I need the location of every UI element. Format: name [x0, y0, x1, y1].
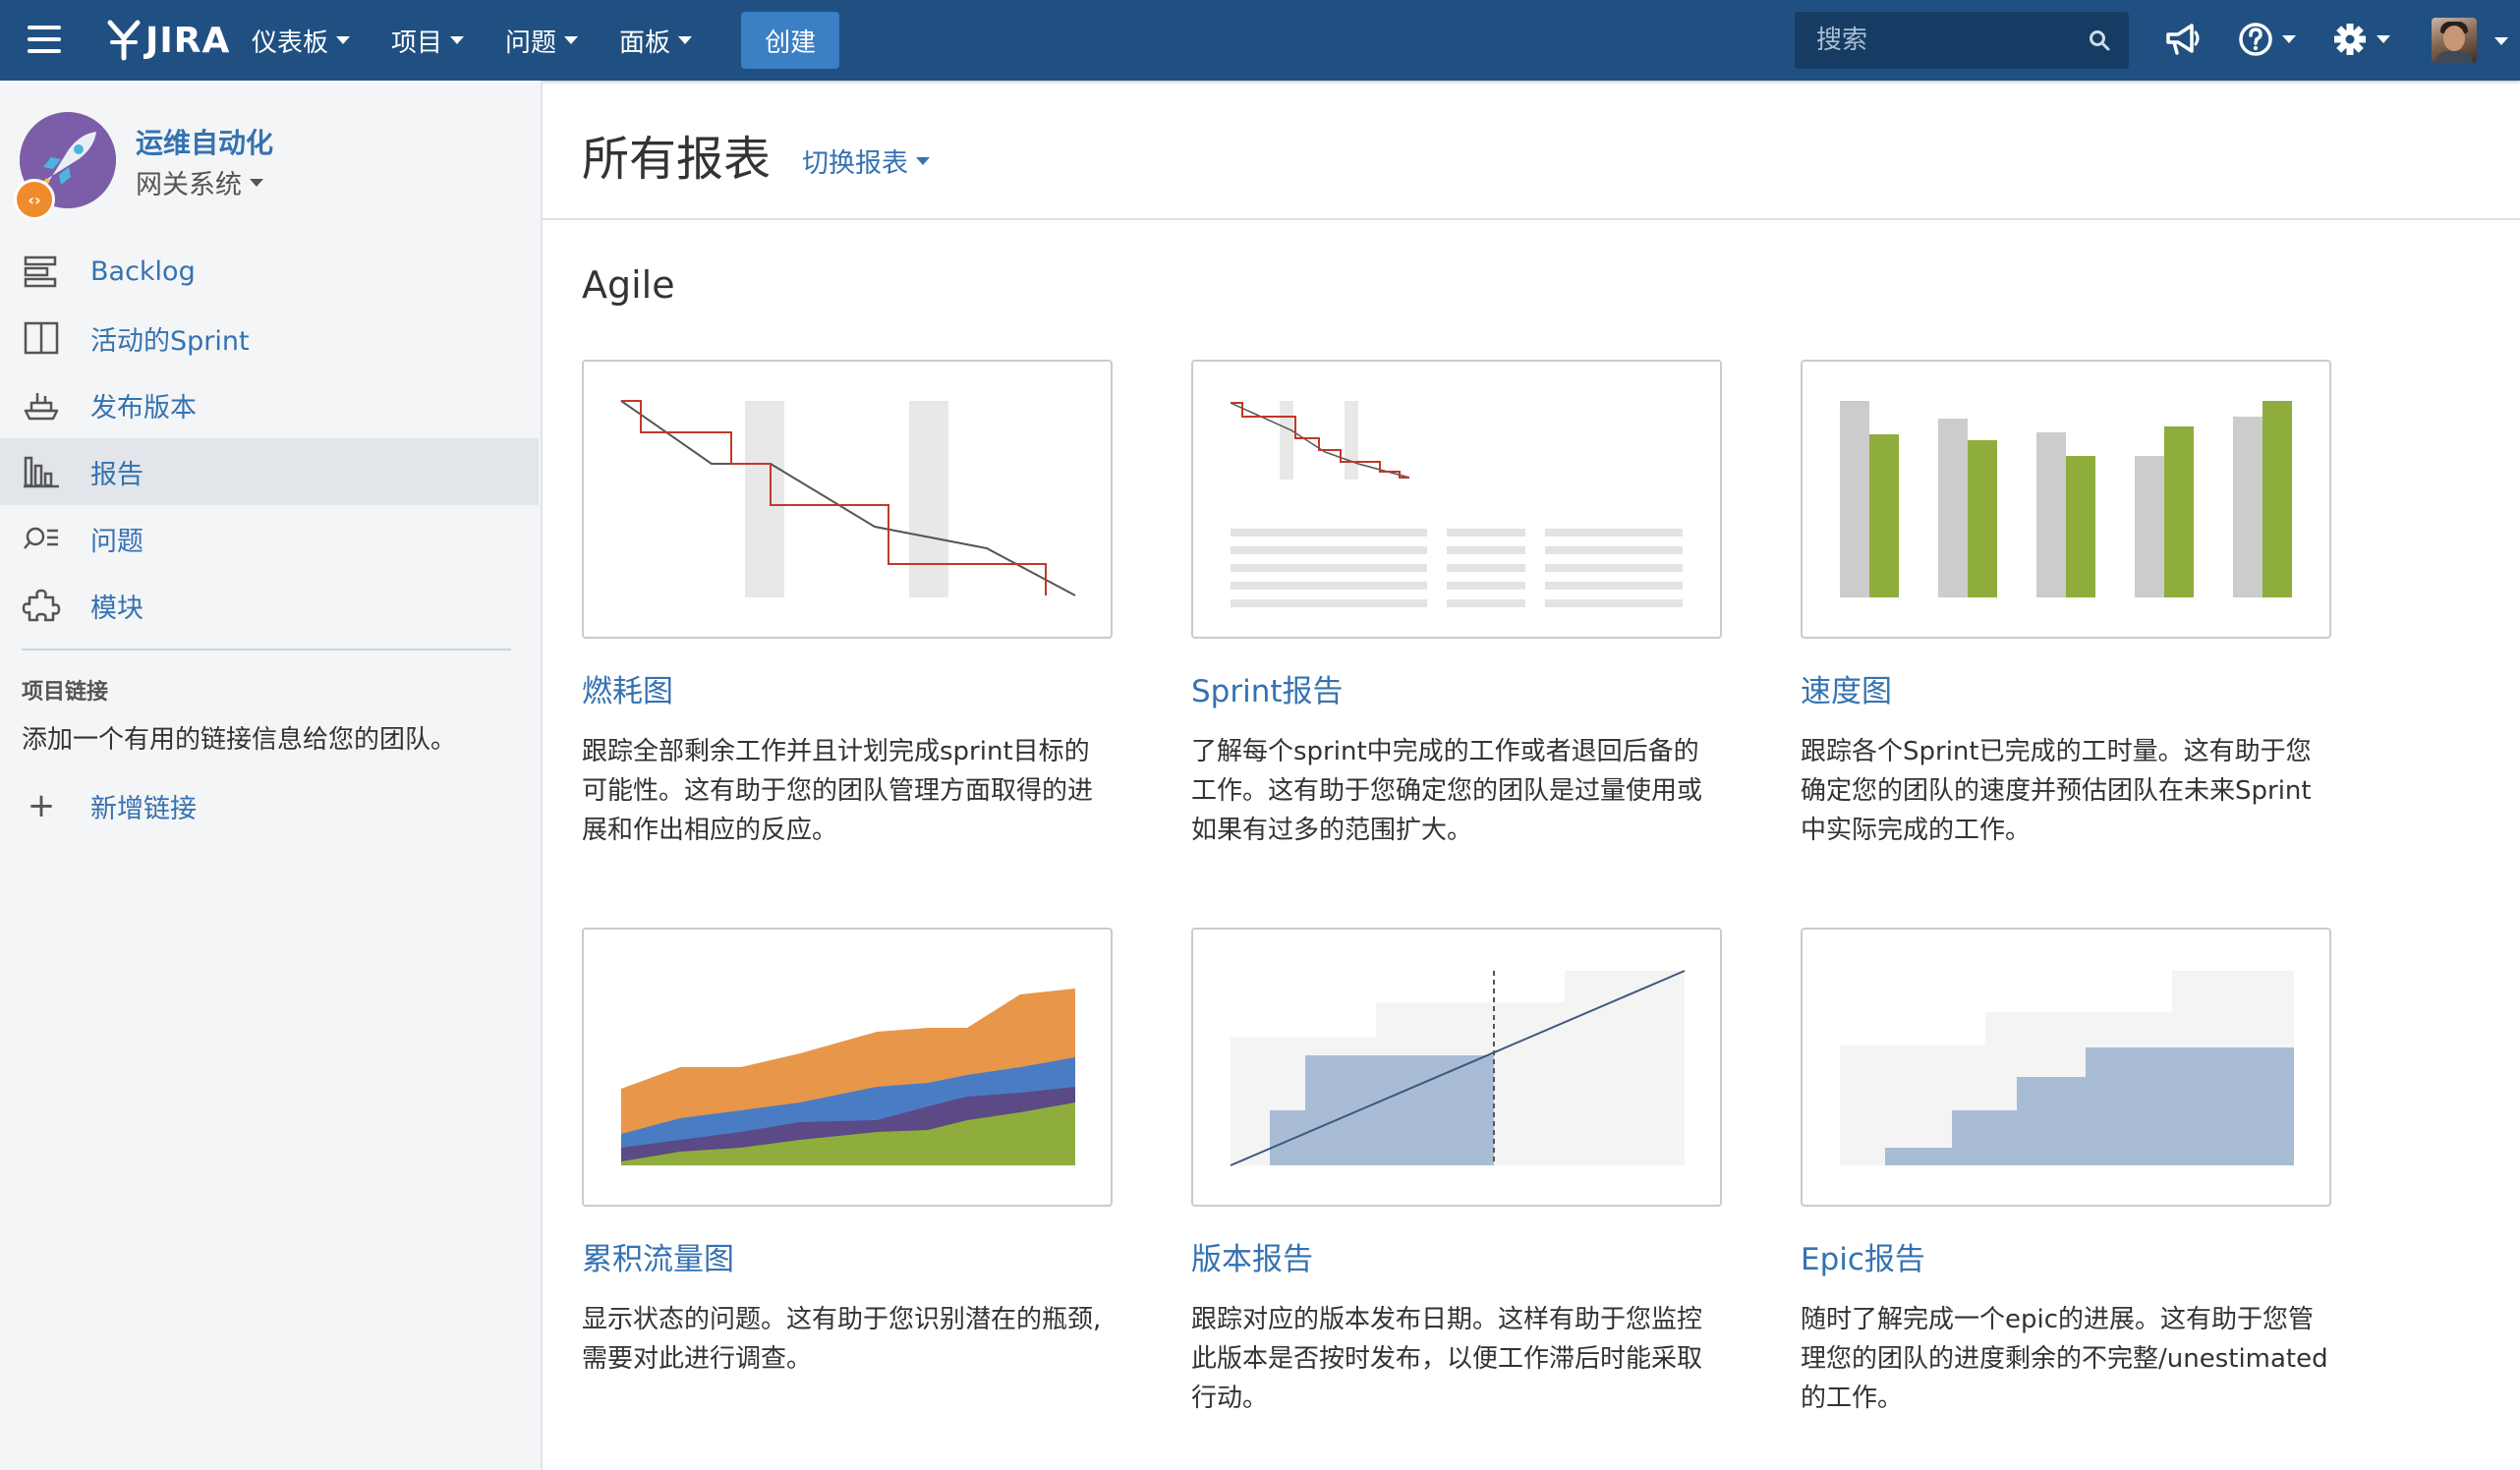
menu-dashboards-label: 仪表板: [252, 28, 329, 58]
report-description: 随时了解完成一个epic的进展。这有助于您管理您的团队的进度剩余的不完整/une…: [1801, 1305, 2328, 1413]
report-title[interactable]: 累积流量图: [582, 1234, 1113, 1278]
report-card-velocity[interactable]: 速度图 跟踪各个Sprint已完成的工时量。这有助于您确定您的团队的速度并预估团…: [1801, 360, 2331, 850]
version-report-chart-icon: [1230, 970, 1686, 1166]
burndown-thumbnail[interactable]: [582, 360, 1113, 639]
report-description: 跟踪对应的版本发布日期。这样有助于您监控此版本是否按时发布，以便工作滞后时能采取…: [1191, 1305, 1703, 1413]
jira-logo-icon: [107, 20, 141, 61]
burndown-chart-icon: [620, 400, 1076, 597]
add-link-button[interactable]: + 新增链接: [22, 786, 197, 825]
menu-issues-label: 问题: [505, 28, 557, 58]
page-title: 所有报表: [582, 132, 772, 187]
project-links-description: 添加一个有用的链接信息给您的团队。: [22, 725, 457, 755]
sidebar-item-label: 问题: [90, 526, 143, 557]
sidebar-item-reports[interactable]: 报告: [0, 438, 539, 505]
velocity-thumbnail[interactable]: [1801, 360, 2331, 639]
create-button[interactable]: 创建: [741, 12, 840, 69]
report-title[interactable]: Sprint报告: [1191, 666, 1722, 710]
chevron-down-icon[interactable]: [2494, 37, 2508, 45]
sidebar-divider: [22, 649, 511, 650]
search-icon[interactable]: [2088, 28, 2111, 52]
main-menu: 仪表板 项目 问题 面板 创建: [252, 0, 840, 81]
project-type-badge-icon: ‹›: [14, 179, 55, 220]
chevron-down-icon: [336, 36, 351, 44]
board-name: 网关系统: [136, 170, 242, 200]
menu-boards[interactable]: 面板: [619, 23, 693, 59]
report-card-cumulative-flow[interactable]: 累积流量图 显示状态的问题。这有助于您识别潜在的瓶颈, 需要对此进行调查。: [582, 928, 1113, 1379]
chevron-down-icon: [916, 156, 930, 165]
ship-icon: [22, 385, 61, 424]
report-card-version[interactable]: 版本报告 跟踪对应的版本发布日期。这样有助于您监控此版本是否按时发布，以便工作滞…: [1191, 928, 1722, 1418]
puzzle-icon: [22, 586, 61, 625]
chevron-down-icon: [2282, 35, 2296, 43]
menu-dashboards[interactable]: 仪表板: [252, 23, 351, 59]
chevron-down-icon: [564, 36, 579, 44]
sidebar-item-label: 发布版本: [90, 392, 197, 424]
project-sidebar: ‹› 运维自动化 网关系统 Backlog 活动的Sprint 发布版本 报告 …: [0, 81, 543, 1470]
top-navigation: JIRA 仪表板 项目 问题 面板 创建: [0, 0, 2520, 81]
project-name[interactable]: 运维自动化: [136, 122, 273, 161]
menu-projects-label: 项目: [391, 28, 443, 58]
board-selector[interactable]: 网关系统: [136, 163, 263, 201]
chevron-down-icon: [2377, 35, 2390, 43]
chevron-down-icon: [678, 36, 693, 44]
jira-logo-text: JIRA: [145, 20, 231, 61]
bar-chart-icon: [22, 452, 61, 491]
menu-boards-label: 面板: [619, 28, 671, 58]
sidebar-item-backlog[interactable]: Backlog: [0, 238, 539, 305]
sidebar-item-label: 模块: [90, 593, 143, 624]
cumulative-flow-chart-icon: [621, 989, 1075, 1165]
switch-report-dropdown[interactable]: 切换报表: [802, 141, 930, 180]
switch-report-label: 切换报表: [802, 148, 908, 179]
sidebar-item-active-sprint[interactable]: 活动的Sprint: [0, 305, 539, 371]
velocity-chart-icon: [1840, 401, 2292, 597]
section-title-agile: Agile: [582, 263, 675, 307]
feedback-megaphone-icon[interactable]: [2164, 20, 2202, 59]
jira-logo[interactable]: JIRA: [104, 14, 230, 67]
chevron-down-icon: [250, 178, 263, 187]
menu-issues[interactable]: 问题: [505, 23, 579, 59]
report-description: 了解每个sprint中完成的工作或者退回后备的工作。这有助于您确定您的团队是过量…: [1191, 737, 1703, 845]
sidebar-item-issues[interactable]: 问题: [0, 505, 539, 572]
report-description: 跟踪全部剩余工作并且计划完成sprint目标的可能性。这有助于您的团队管理方面取…: [582, 737, 1094, 845]
sidebar-item-label: 报告: [90, 459, 143, 490]
sidebar-item-label: Backlog: [90, 255, 196, 287]
cumulative-flow-thumbnail[interactable]: [582, 928, 1113, 1207]
report-card-epic[interactable]: Epic报告 随时了解完成一个epic的进展。这有助于您管理您的团队的进度剩余的…: [1801, 928, 2331, 1418]
epic-report-thumbnail[interactable]: [1801, 928, 2331, 1207]
search-box: [1795, 12, 2129, 69]
menu-projects[interactable]: 项目: [391, 23, 465, 59]
settings-menu[interactable]: [2331, 20, 2390, 59]
sidebar-item-label: 活动的Sprint: [90, 325, 250, 357]
report-description: 跟踪各个Sprint已完成的工时量。这有助于您确定您的团队的速度并预估团队在未来…: [1801, 737, 2312, 845]
epic-report-chart-icon: [1840, 971, 2294, 1165]
help-icon: [2239, 23, 2272, 56]
backlog-icon: [22, 252, 61, 291]
report-description: 显示状态的问题。这有助于您识别潜在的瓶颈, 需要对此进行调查。: [582, 1305, 1102, 1374]
report-title[interactable]: Epic报告: [1801, 1234, 2331, 1278]
report-card-sprint[interactable]: Sprint报告 了解每个sprint中完成的工作或者退回后备的工作。这有助于您…: [1191, 360, 1722, 850]
issue-search-icon: [22, 519, 61, 558]
add-link-label: 新增链接: [90, 793, 197, 824]
page-header: 所有报表 切换报表: [543, 81, 2520, 220]
sidebar-item-releases[interactable]: 发布版本: [0, 371, 539, 438]
sprint-report-thumbnail[interactable]: [1191, 360, 1722, 639]
app-switcher-menu-icon[interactable]: [28, 26, 61, 55]
help-menu[interactable]: [2237, 20, 2296, 59]
sprint-report-chart-icon: [1230, 401, 1683, 607]
gear-icon: [2334, 24, 2366, 55]
search-input[interactable]: [1814, 25, 2084, 56]
report-card-burndown[interactable]: 燃耗图 跟踪全部剩余工作并且计划完成sprint目标的可能性。这有助于您的团队管…: [582, 360, 1113, 850]
sidebar-nav: Backlog 活动的Sprint 发布版本 报告 问题 模块: [0, 238, 539, 639]
report-title[interactable]: 版本报告: [1191, 1234, 1722, 1278]
plus-icon: +: [27, 786, 56, 825]
board-columns-icon: [22, 318, 61, 358]
report-title[interactable]: 速度图: [1801, 666, 2331, 710]
chevron-down-icon: [450, 36, 465, 44]
version-report-thumbnail[interactable]: [1191, 928, 1722, 1207]
report-title[interactable]: 燃耗图: [582, 666, 1113, 710]
main-content: 所有报表 切换报表 Agile 燃耗图 跟踪全部剩余工作并且计划完成sprint…: [543, 81, 2520, 1470]
project-links-heading: 项目链接: [22, 680, 109, 705]
user-avatar[interactable]: [2432, 18, 2477, 63]
sidebar-item-components[interactable]: 模块: [0, 572, 539, 639]
